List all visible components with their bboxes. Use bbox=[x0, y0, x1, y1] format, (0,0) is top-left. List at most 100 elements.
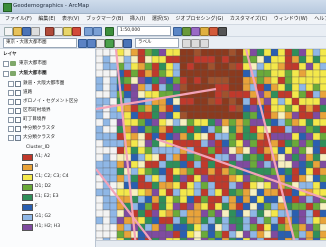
scale-combo[interactable]: 1:50,000 bbox=[117, 26, 171, 36]
map-polygon bbox=[144, 90, 153, 99]
map-polygon bbox=[186, 111, 195, 120]
menu-geoprocessing[interactable]: ジオプロセシング(G) bbox=[176, 14, 224, 24]
undo-icon[interactable] bbox=[84, 27, 93, 36]
map-polygon bbox=[291, 76, 300, 85]
toc-layer-label: 鉄道・大阪大都市圏 bbox=[23, 81, 65, 86]
map-polygon bbox=[96, 55, 104, 64]
menu-view[interactable]: 表示(V) bbox=[62, 14, 79, 24]
save-icon[interactable] bbox=[22, 27, 31, 36]
toc-layer-tokyo[interactable]: 東京大都市圏 bbox=[0, 60, 95, 68]
full-extent-icon[interactable] bbox=[105, 39, 114, 48]
map-polygon bbox=[312, 97, 321, 106]
map-polygon bbox=[312, 146, 321, 155]
add-data-icon[interactable] bbox=[105, 27, 114, 36]
map-polygon bbox=[305, 223, 314, 232]
print-icon[interactable] bbox=[31, 27, 40, 36]
toc-layer-osaka[interactable]: 大阪大都市圏 bbox=[0, 70, 95, 78]
map-polygon bbox=[221, 132, 230, 141]
menu-help[interactable]: ヘルプ(H) bbox=[314, 14, 326, 24]
map-polygon bbox=[137, 167, 146, 176]
layer-checkbox[interactable] bbox=[15, 135, 21, 141]
menu-insert[interactable]: 挿入(I) bbox=[130, 14, 145, 24]
expand-icon[interactable] bbox=[3, 71, 9, 77]
layer-combo[interactable]: 東京・大阪大都市圏 bbox=[3, 38, 77, 48]
time-slider-icon[interactable] bbox=[200, 39, 209, 48]
expand-icon[interactable] bbox=[8, 126, 14, 132]
paste-icon[interactable] bbox=[63, 27, 72, 36]
expand-icon[interactable] bbox=[3, 61, 9, 67]
map-polygon bbox=[96, 69, 104, 78]
map-polygon bbox=[186, 216, 195, 225]
copy-icon[interactable] bbox=[54, 27, 63, 36]
toc-layer[interactable]: 町丁目境界 bbox=[0, 116, 95, 124]
expand-icon[interactable] bbox=[8, 117, 14, 123]
map-polygon bbox=[277, 90, 286, 99]
catalog-icon[interactable] bbox=[191, 27, 200, 36]
map-polygon bbox=[214, 195, 223, 204]
zoom-in-icon[interactable] bbox=[78, 39, 87, 48]
menu-select[interactable]: 選択(S) bbox=[152, 14, 169, 24]
map-polygon bbox=[221, 49, 230, 57]
pan-icon[interactable] bbox=[96, 39, 105, 48]
menu-window[interactable]: ウィンドウ(W) bbox=[274, 14, 308, 24]
layer-checkbox[interactable] bbox=[15, 108, 21, 114]
new-icon[interactable] bbox=[4, 27, 13, 36]
delete-icon[interactable] bbox=[72, 27, 81, 36]
redo-icon[interactable] bbox=[93, 27, 102, 36]
open-icon[interactable] bbox=[13, 27, 22, 36]
map-polygon bbox=[242, 202, 251, 211]
toc-layer[interactable]: 中分類クラスタ bbox=[0, 125, 95, 133]
toc-layer[interactable]: ボロノイ・セグメント区分 bbox=[0, 98, 95, 106]
cut-icon[interactable] bbox=[45, 27, 54, 36]
hyperlink-icon[interactable] bbox=[191, 39, 200, 48]
map-polygon bbox=[109, 132, 118, 141]
expand-icon[interactable] bbox=[8, 90, 14, 96]
map-polygon bbox=[207, 202, 216, 211]
map-polygon bbox=[172, 55, 181, 64]
layer-checkbox[interactable] bbox=[15, 81, 21, 87]
map-polygon bbox=[284, 118, 293, 127]
map-polygon bbox=[298, 146, 307, 155]
toc-icon[interactable] bbox=[182, 27, 191, 36]
map-view[interactable] bbox=[96, 49, 326, 247]
map-polygon bbox=[137, 132, 146, 141]
expand-icon[interactable] bbox=[8, 108, 14, 114]
layer-checkbox[interactable] bbox=[15, 126, 21, 132]
map-polygon bbox=[179, 202, 188, 211]
menu-file[interactable]: ファイル(F) bbox=[5, 14, 32, 24]
layer-checkbox[interactable] bbox=[15, 99, 21, 105]
map-polygon bbox=[270, 195, 279, 204]
map-polygon bbox=[109, 195, 118, 204]
menu-edit[interactable]: 編集(E) bbox=[38, 14, 55, 24]
zoom-out-icon[interactable] bbox=[87, 39, 96, 48]
toc-layer[interactable]: 大分類クラスタ bbox=[0, 134, 95, 142]
menu-customize[interactable]: カスタマイズ(C) bbox=[230, 14, 267, 24]
map-polygon bbox=[277, 97, 286, 106]
expand-icon[interactable] bbox=[8, 99, 14, 105]
map-polygon bbox=[221, 62, 230, 71]
python-icon[interactable] bbox=[218, 27, 227, 36]
measure-icon[interactable] bbox=[182, 39, 191, 48]
map-polygon bbox=[200, 62, 209, 71]
select-icon[interactable] bbox=[114, 39, 123, 48]
editor-icon[interactable] bbox=[173, 27, 182, 36]
toc-layer[interactable]: 区市町村境界 bbox=[0, 107, 95, 115]
arctoolbox-icon[interactable] bbox=[209, 27, 218, 36]
label-combo[interactable]: ラベル bbox=[135, 38, 179, 48]
layer-checkbox[interactable] bbox=[15, 90, 21, 96]
search-icon[interactable] bbox=[200, 27, 209, 36]
expand-icon[interactable] bbox=[8, 81, 14, 87]
identify-icon[interactable] bbox=[123, 39, 132, 48]
map-polygon bbox=[116, 230, 125, 239]
toc-layer[interactable]: 鉄道・大阪大都市圏 bbox=[0, 80, 95, 88]
expand-icon[interactable] bbox=[8, 135, 14, 141]
map-polygon bbox=[249, 118, 258, 127]
layer-checkbox[interactable] bbox=[15, 117, 21, 123]
menu-bookmark[interactable]: ブックマーク(B) bbox=[86, 14, 123, 24]
toc-layer[interactable]: 道路 bbox=[0, 89, 95, 97]
choropleth-map[interactable] bbox=[96, 49, 326, 247]
map-polygon bbox=[221, 202, 230, 211]
status-bar bbox=[96, 240, 326, 247]
map-polygon bbox=[319, 153, 326, 162]
map-polygon bbox=[228, 90, 237, 99]
